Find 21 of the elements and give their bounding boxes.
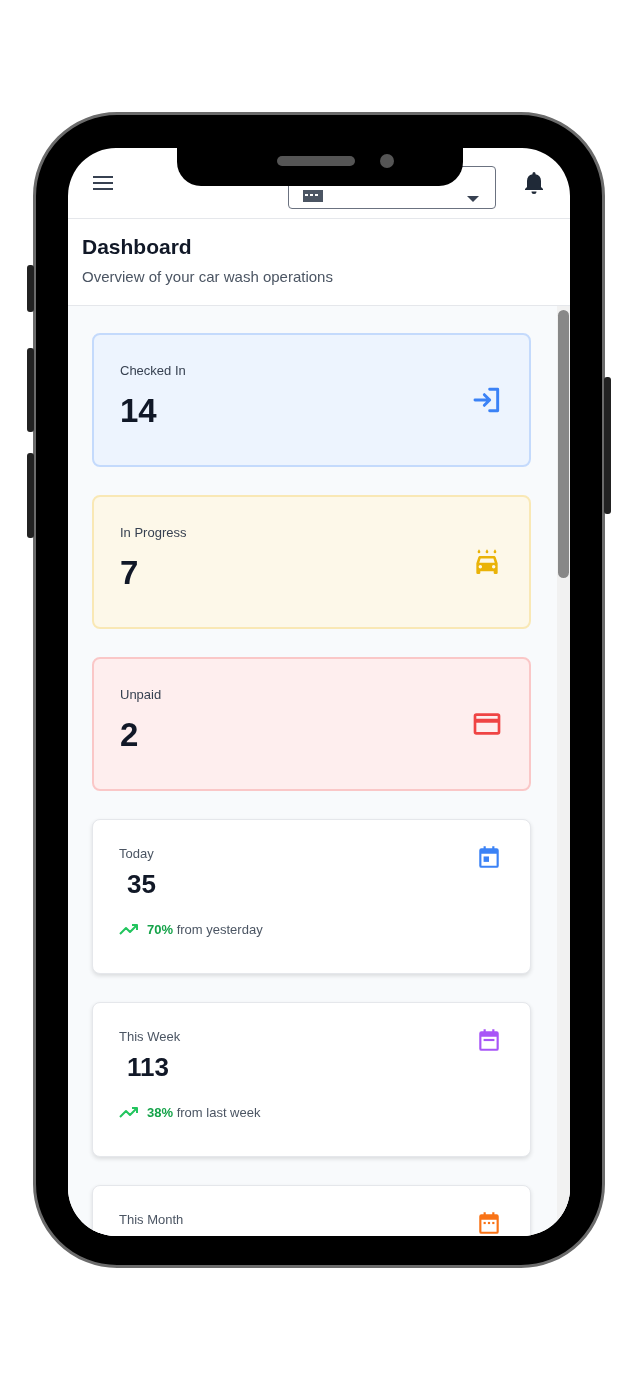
card-label: This Month (119, 1212, 184, 1227)
page-title: Dashboard (82, 235, 193, 259)
card-value: 35 (127, 869, 157, 900)
page-subtitle: Overview of your car wash operations (82, 268, 334, 285)
building-icon (303, 189, 323, 202)
trend-text: 38% from last week (147, 1105, 261, 1120)
card-label: This Week (119, 1029, 182, 1044)
trend-text: 70% from yesterday (147, 922, 263, 937)
card-label: Checked In (120, 362, 186, 378)
card-value: 2 (120, 715, 140, 754)
trending-up-icon (119, 922, 139, 935)
card-value: 113 (127, 1052, 170, 1083)
caret-icon (467, 195, 479, 202)
card-label: In Progress (120, 524, 187, 540)
card-value: 14 (120, 391, 158, 430)
card-label: Today (119, 846, 155, 861)
menu-icon[interactable] (92, 175, 114, 191)
card-label: Unpaid (120, 686, 162, 702)
card-value: 7 (120, 553, 140, 592)
notification-bell-icon[interactable] (524, 171, 544, 195)
trending-up-icon (119, 1105, 139, 1118)
